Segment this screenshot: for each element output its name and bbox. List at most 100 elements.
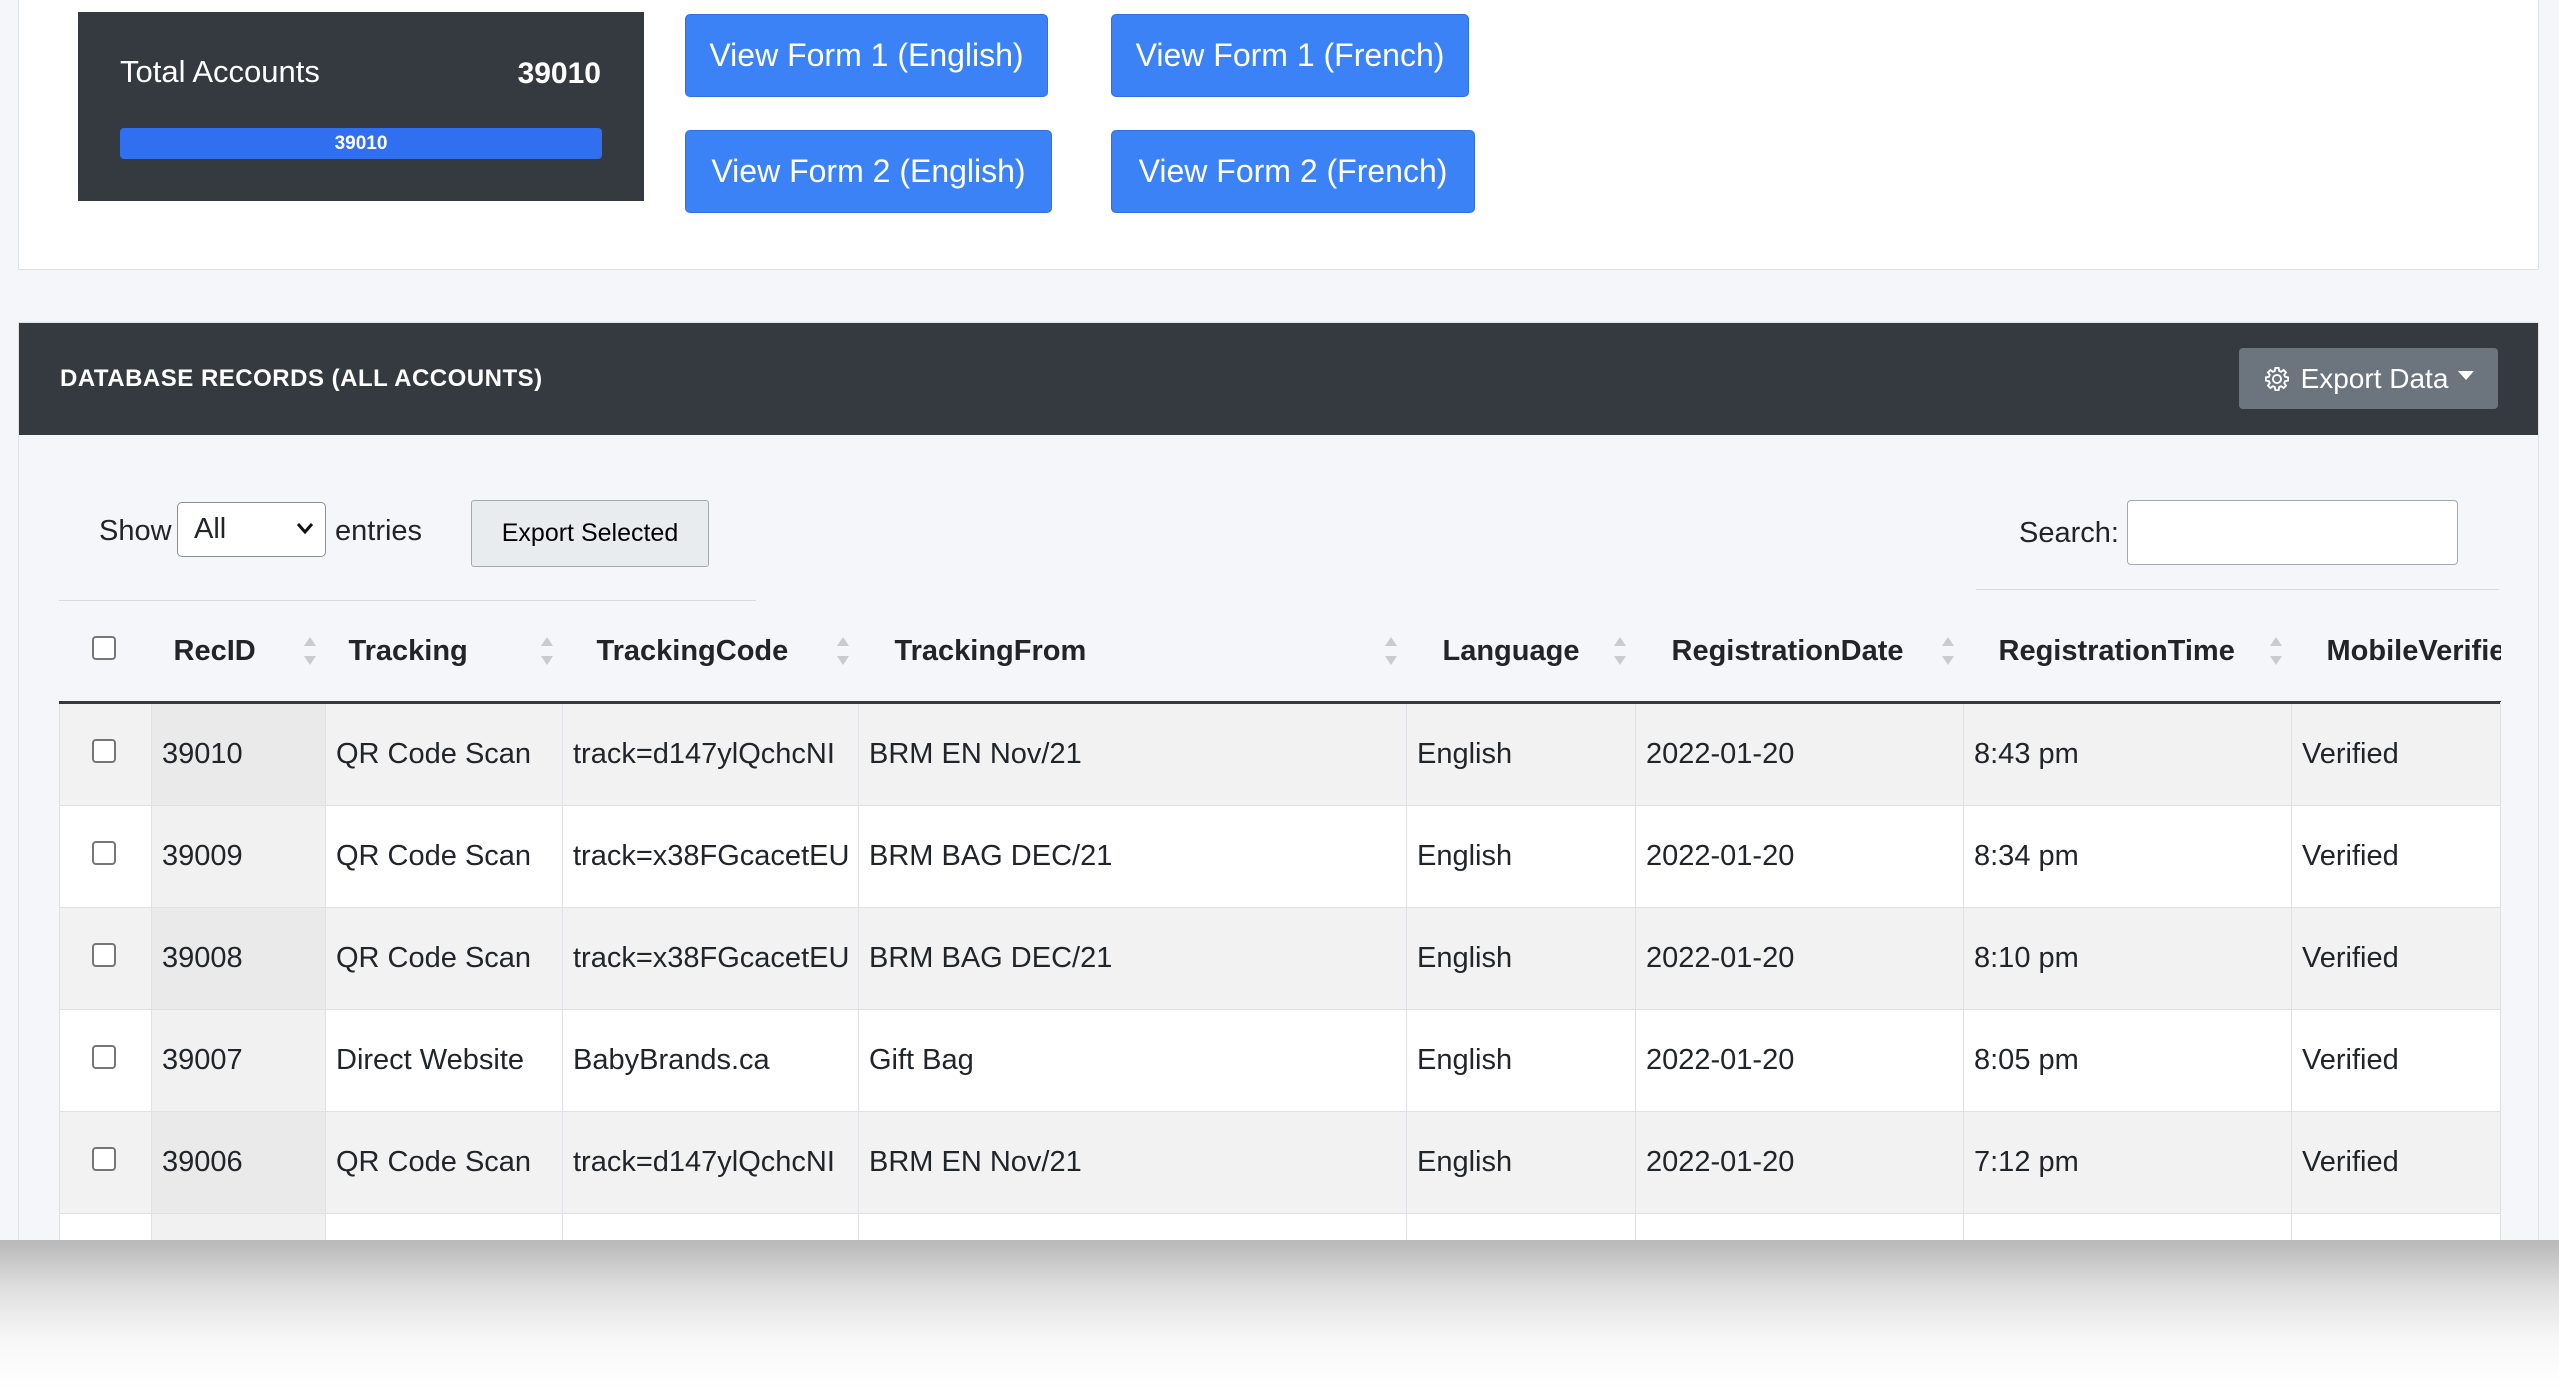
row-checkbox[interactable] xyxy=(92,1045,116,1069)
cell-registrationdate: 2022-01-20 xyxy=(1635,907,1964,1010)
search-label: Search: xyxy=(2019,517,2119,549)
cell-registrationtime: 8:34 pm xyxy=(1963,805,2292,908)
select-all-checkbox[interactable] xyxy=(91,635,116,660)
cell-tracking xyxy=(325,1213,563,1240)
cell-language: English xyxy=(1406,702,1636,806)
gear-icon xyxy=(2264,366,2289,391)
cell-recid: 39006 xyxy=(151,1111,326,1214)
cell-registrationtime xyxy=(1963,1213,2292,1240)
cell-trackingfrom xyxy=(858,1213,1407,1240)
cell-registrationdate: 2022-01-20 xyxy=(1635,805,1964,908)
records-table: RecID Tracking TrackingCode TrackingFrom… xyxy=(59,601,2501,1240)
cell-language: English xyxy=(1406,1009,1636,1112)
column-header-trackingcode[interactable]: TrackingCode xyxy=(562,601,859,704)
export-data-label: Export Data xyxy=(2300,362,2449,394)
total-accounts-progress: 39010 xyxy=(120,128,602,159)
cell-registrationdate xyxy=(1635,1213,1964,1240)
cell-trackingcode: track=x38FGcacetEU xyxy=(562,907,859,1010)
row-select-cell xyxy=(59,907,152,1010)
cell-registrationtime: 7:12 pm xyxy=(1963,1111,2292,1214)
row-select-cell xyxy=(59,1213,152,1240)
cell-recid: 39008 xyxy=(151,907,326,1010)
cell-registrationdate: 2022-01-20 xyxy=(1635,702,1964,806)
cell-tracking: QR Code Scan xyxy=(325,805,563,908)
row-checkbox[interactable] xyxy=(92,739,116,763)
cell-recid: 39007 xyxy=(151,1009,326,1112)
row-select-cell xyxy=(59,1111,152,1214)
total-accounts-value: 39010 xyxy=(517,57,601,90)
cell-registrationtime: 8:43 pm xyxy=(1963,702,2292,806)
cell-mobileverified: Verified xyxy=(2291,907,2501,1010)
entries-length-value: All xyxy=(194,513,227,545)
table-row[interactable]: 39009 QR Code Scan track=x38FGcacetEU BRM B… xyxy=(59,805,2501,908)
chevron-down-icon xyxy=(296,523,314,535)
cell-tracking: Direct Website xyxy=(325,1009,563,1112)
view-form-2-french-button[interactable]: View Form 2 (French) xyxy=(1111,130,1475,213)
sort-icon xyxy=(303,637,316,665)
view-form-2-english-button[interactable]: View Form 2 (English) xyxy=(685,130,1052,213)
table-row[interactable]: 39007 Direct Website BabyBrands.ca Gift Bag… xyxy=(59,1009,2501,1112)
sort-icon xyxy=(836,637,849,665)
row-checkbox[interactable] xyxy=(92,841,116,865)
cell-mobileverified xyxy=(2291,1213,2501,1240)
window-shadow xyxy=(0,1240,2559,1389)
table-row[interactable] xyxy=(59,1213,2501,1240)
cell-trackingfrom: BRM EN Nov/21 xyxy=(858,702,1407,806)
summary-card: Total Accounts 39010 39010 View Form 1 (… xyxy=(18,0,2539,270)
cell-language: English xyxy=(1406,805,1636,908)
records-title: DATABASE RECORDS (ALL ACCOUNTS) xyxy=(60,365,543,392)
export-data-button[interactable]: Export Data xyxy=(2239,348,2498,409)
database-records-card: DATABASE RECORDS (ALL ACCOUNTS) Export D… xyxy=(18,322,2539,1240)
select-all-cell xyxy=(59,601,152,704)
total-accounts-label: Total Accounts xyxy=(120,54,320,89)
cell-tracking: QR Code Scan xyxy=(325,1111,563,1214)
cell-trackingcode: BabyBrands.ca xyxy=(562,1009,859,1112)
entries-label: entries xyxy=(335,515,423,547)
sort-icon xyxy=(2269,637,2282,665)
column-header-registrationdate[interactable]: RegistrationDate xyxy=(1635,601,1964,704)
row-checkbox[interactable] xyxy=(92,943,116,967)
cell-trackingcode: track=d147ylQchcNI xyxy=(562,702,859,806)
entries-length-select[interactable]: All xyxy=(177,502,326,557)
divider xyxy=(1976,589,2499,590)
view-form-1-english-button[interactable]: View Form 1 (English) xyxy=(685,14,1048,97)
cell-trackingcode: track=x38FGcacetEU xyxy=(562,805,859,908)
cell-trackingfrom: BRM BAG DEC/21 xyxy=(858,805,1407,908)
search-input[interactable] xyxy=(2127,500,2458,565)
cell-recid: 39010 xyxy=(151,702,326,806)
cell-tracking: QR Code Scan xyxy=(325,907,563,1010)
cell-language xyxy=(1406,1213,1636,1240)
table-row[interactable]: 39008 QR Code Scan track=x38FGcacetEU BRM B… xyxy=(59,907,2501,1010)
sort-icon xyxy=(1384,637,1397,665)
cell-registrationdate: 2022-01-20 xyxy=(1635,1111,1964,1214)
table-header-row: RecID Tracking TrackingCode TrackingFrom… xyxy=(59,601,2501,704)
records-card-header: DATABASE RECORDS (ALL ACCOUNTS) Export D… xyxy=(19,323,2538,435)
cell-mobileverified: Verified xyxy=(2291,1111,2501,1214)
column-header-trackingfrom[interactable]: TrackingFrom xyxy=(858,601,1407,704)
table-row[interactable]: 39006 QR Code Scan track=d147ylQchcNI BRM E… xyxy=(59,1111,2501,1214)
cell-mobileverified: Verified xyxy=(2291,702,2501,806)
caret-down-icon xyxy=(2458,371,2475,380)
sort-icon xyxy=(1941,637,1954,665)
cell-trackingcode xyxy=(562,1213,859,1240)
total-accounts-box: Total Accounts 39010 39010 xyxy=(78,12,644,201)
column-header-language[interactable]: Language xyxy=(1406,601,1636,704)
cell-recid: 39009 xyxy=(151,805,326,908)
row-select-cell xyxy=(59,702,152,806)
cell-registrationtime: 8:10 pm xyxy=(1963,907,2292,1010)
page-background: Total Accounts 39010 39010 View Form 1 (… xyxy=(0,0,2559,1240)
cell-trackingfrom: Gift Bag xyxy=(858,1009,1407,1112)
row-checkbox[interactable] xyxy=(92,1147,116,1171)
cell-recid xyxy=(151,1213,326,1240)
cell-mobileverified: Verified xyxy=(2291,805,2501,908)
table-row[interactable]: 39010 QR Code Scan track=d147ylQchcNI BRM E… xyxy=(59,702,2501,806)
cell-trackingfrom: BRM EN Nov/21 xyxy=(858,1111,1407,1214)
column-header-tracking[interactable]: Tracking xyxy=(325,601,563,704)
cell-registrationdate: 2022-01-20 xyxy=(1635,1009,1964,1112)
column-header-registrationtime[interactable]: RegistrationTime xyxy=(1963,601,2292,704)
export-selected-button[interactable]: Export Selected xyxy=(471,500,709,567)
view-form-1-french-button[interactable]: View Form 1 (French) xyxy=(1111,14,1469,97)
cell-trackingfrom: BRM BAG DEC/21 xyxy=(858,907,1407,1010)
column-header-mobileverified[interactable]: MobileVerifie xyxy=(2291,601,2501,704)
column-header-recid[interactable]: RecID xyxy=(151,601,326,704)
